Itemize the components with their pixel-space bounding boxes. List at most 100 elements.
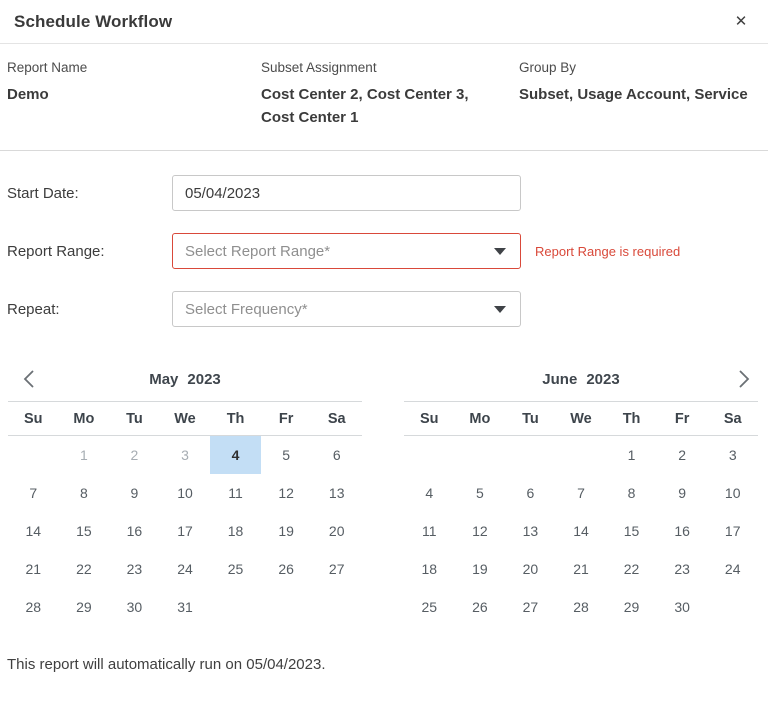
calendar-month-title: May 2023 (149, 371, 221, 388)
weekday-label: Th (210, 411, 261, 427)
calendar-day[interactable]: 9 (109, 474, 160, 512)
weekday-label: Su (404, 411, 455, 427)
calendar-day[interactable]: 13 (311, 474, 362, 512)
next-month-icon[interactable] (732, 367, 756, 391)
calendar-day[interactable]: 29 (606, 588, 657, 626)
chevron-down-icon (494, 248, 506, 255)
calendar-june: June 2023 SuMoTuWeThFrSa 123456789101112… (404, 359, 758, 626)
calendar-day[interactable]: 11 (210, 474, 261, 512)
calendar-day[interactable]: 11 (404, 512, 455, 550)
summary-group-by: Group By Subset, Usage Account, Service (519, 60, 761, 138)
start-date-row: Start Date: (7, 175, 761, 211)
start-date-input[interactable] (172, 175, 521, 211)
calendar-day[interactable]: 2 (657, 436, 708, 474)
weekday-label: Mo (455, 411, 506, 427)
calendar-day: 2 (109, 436, 160, 474)
calendar-day[interactable]: 6 (505, 474, 556, 512)
calendar-day[interactable]: 21 (8, 550, 59, 588)
calendar-day[interactable]: 19 (261, 512, 312, 550)
schedule-form: Start Date: Report Range: Select Report … (0, 151, 768, 327)
calendar-day[interactable]: 3 (707, 436, 758, 474)
repeat-select[interactable]: Select Frequency* (172, 291, 521, 327)
weekday-label: We (556, 411, 607, 427)
calendar-day[interactable]: 30 (657, 588, 708, 626)
calendar-day[interactable]: 30 (109, 588, 160, 626)
weekday-header: SuMoTuWeThFrSa (404, 401, 758, 436)
calendar-day[interactable]: 4 (404, 474, 455, 512)
weekday-label: Th (606, 411, 657, 427)
calendar-day[interactable]: 12 (261, 474, 312, 512)
repeat-label: Repeat: (7, 301, 172, 318)
calendar-day[interactable]: 24 (707, 550, 758, 588)
calendar-day[interactable]: 4 (210, 436, 261, 474)
calendar-day[interactable]: 21 (556, 550, 607, 588)
calendar-day[interactable]: 17 (160, 512, 211, 550)
calendar-day[interactable]: 26 (455, 588, 506, 626)
calendar-day[interactable]: 15 (59, 512, 110, 550)
calendar-day[interactable]: 18 (210, 512, 261, 550)
calendar-day[interactable]: 5 (261, 436, 312, 474)
weekday-label: We (160, 411, 211, 427)
calendar-day[interactable]: 23 (109, 550, 160, 588)
empty-day-cell (404, 436, 455, 474)
calendar-day[interactable]: 6 (311, 436, 362, 474)
calendar-day[interactable]: 17 (707, 512, 758, 550)
month-year: 2023 (187, 371, 220, 388)
weekday-header: SuMoTuWeThFrSa (8, 401, 362, 436)
previous-month-icon[interactable] (16, 367, 40, 391)
close-icon[interactable]: ✕ (730, 11, 752, 33)
calendar-day[interactable]: 24 (160, 550, 211, 588)
calendar-day[interactable]: 26 (261, 550, 312, 588)
day-grid: 1234567891011121314151617181920212223242… (404, 436, 758, 626)
calendar-day[interactable]: 12 (455, 512, 506, 550)
calendar-day[interactable]: 8 (59, 474, 110, 512)
calendar-day[interactable]: 13 (505, 512, 556, 550)
calendar-day[interactable]: 31 (160, 588, 211, 626)
weekday-label: Sa (707, 411, 758, 427)
month-year: 2023 (586, 371, 619, 388)
weekday-label: Mo (59, 411, 110, 427)
day-grid: 1234567891011121314151617181920212223242… (8, 436, 362, 626)
calendar-day[interactable]: 14 (8, 512, 59, 550)
calendar-nav: June 2023 (404, 359, 758, 399)
repeat-row: Repeat: Select Frequency* (7, 291, 761, 327)
calendar-day[interactable]: 23 (657, 550, 708, 588)
calendar-day[interactable]: 28 (556, 588, 607, 626)
calendar-day[interactable]: 7 (556, 474, 607, 512)
report-range-label: Report Range: (7, 243, 172, 260)
weekday-label: Fr (657, 411, 708, 427)
auto-run-note: This report will automatically run on 05… (0, 656, 768, 673)
calendar-nav: May 2023 (8, 359, 362, 399)
calendar-day[interactable]: 20 (311, 512, 362, 550)
empty-day-cell (505, 436, 556, 474)
report-range-select[interactable]: Select Report Range* (172, 233, 521, 269)
month-name: May (149, 371, 178, 388)
group-by-value: Subset, Usage Account, Service (519, 83, 749, 106)
calendar-day[interactable]: 25 (210, 550, 261, 588)
group-by-label: Group By (519, 60, 749, 75)
calendar-day[interactable]: 5 (455, 474, 506, 512)
calendar-day[interactable]: 22 (59, 550, 110, 588)
calendar-day[interactable]: 16 (109, 512, 160, 550)
empty-day-cell (8, 436, 59, 474)
calendar-day[interactable]: 19 (455, 550, 506, 588)
calendar-day[interactable]: 16 (657, 512, 708, 550)
calendar-day[interactable]: 28 (8, 588, 59, 626)
calendar-day[interactable]: 10 (707, 474, 758, 512)
calendar-day[interactable]: 1 (606, 436, 657, 474)
calendar-day[interactable]: 15 (606, 512, 657, 550)
calendar-day[interactable]: 27 (505, 588, 556, 626)
calendar-day[interactable]: 10 (160, 474, 211, 512)
calendar-day[interactable]: 7 (8, 474, 59, 512)
calendar-day[interactable]: 14 (556, 512, 607, 550)
calendar-day[interactable]: 18 (404, 550, 455, 588)
calendar-day: 1 (59, 436, 110, 474)
summary-subset-assignment: Subset Assignment Cost Center 2, Cost Ce… (261, 60, 519, 138)
calendar-day[interactable]: 9 (657, 474, 708, 512)
calendar-day[interactable]: 29 (59, 588, 110, 626)
calendar-day[interactable]: 27 (311, 550, 362, 588)
calendar-day[interactable]: 22 (606, 550, 657, 588)
calendar-day[interactable]: 25 (404, 588, 455, 626)
calendar-day[interactable]: 20 (505, 550, 556, 588)
calendar-day[interactable]: 8 (606, 474, 657, 512)
